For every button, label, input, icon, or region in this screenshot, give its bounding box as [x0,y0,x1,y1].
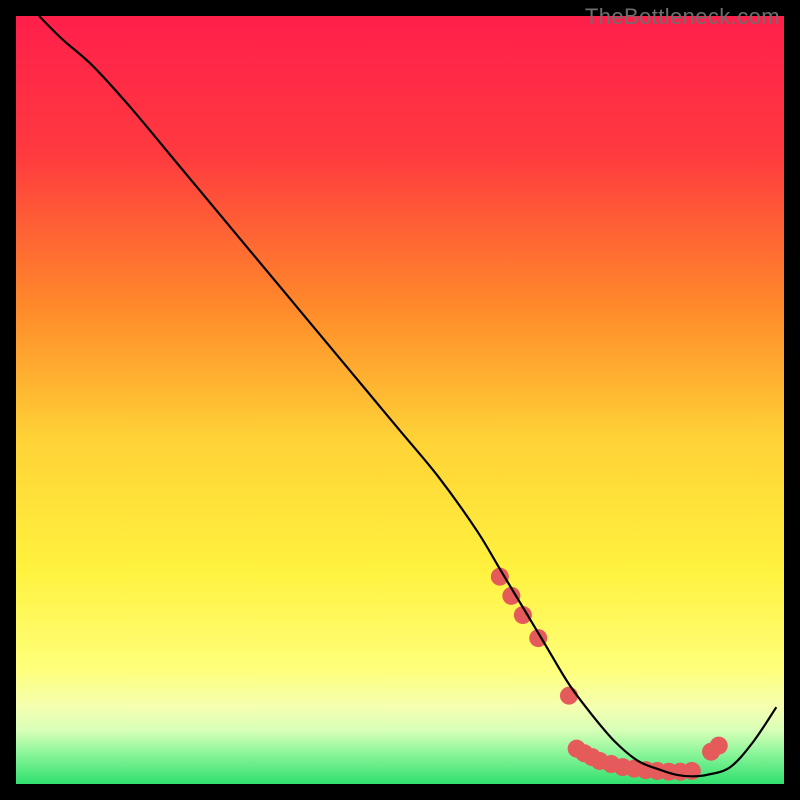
gradient-background [16,16,784,784]
watermark-text: TheBottleneck.com [585,4,780,30]
chart-svg [16,16,784,784]
chart-frame [16,16,784,784]
chart-plot-area [16,16,784,784]
marker-dot [560,687,578,705]
marker-dot [710,737,728,755]
